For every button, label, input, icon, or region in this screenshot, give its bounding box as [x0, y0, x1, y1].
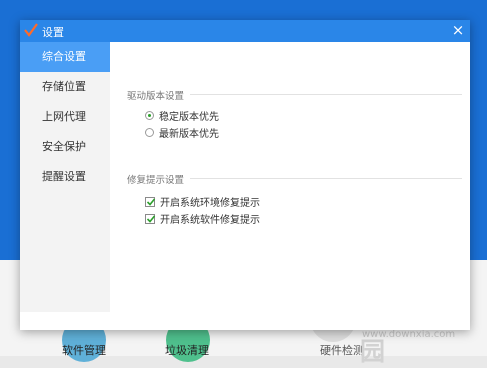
- checkbox-label: 开启系统环境修复提示: [160, 198, 260, 209]
- dialog-title: 设置: [42, 26, 64, 39]
- radio-stable-version[interactable]: 稳定版本优先: [145, 108, 219, 123]
- section-divider: [190, 94, 462, 95]
- app-logo-icon: [24, 23, 38, 37]
- driver-section-title: 驱动版本设置: [127, 91, 185, 102]
- checkbox-label: 开启系统软件修复提示: [160, 215, 260, 226]
- radio-label: 最新版本优先: [159, 129, 219, 140]
- checkbox-checked-icon[interactable]: [145, 213, 156, 224]
- dialog-titlebar[interactable]: 设置 ×: [20, 20, 470, 42]
- radio-selected-icon[interactable]: [145, 111, 154, 120]
- settings-dialog: 设置 × 综合设置 存储位置 上网代理 安全保护 提醒设置 驱动版本设置 稳定版…: [20, 20, 470, 330]
- repair-section-title: 修复提示设置: [127, 175, 185, 186]
- settings-content: 驱动版本设置 稳定版本优先 最新版本优先 修复提示设置 开启系统环境修复提示 开…: [110, 42, 470, 330]
- checkbox-software-repair[interactable]: 开启系统软件修复提示: [145, 211, 260, 226]
- checkbox-env-repair[interactable]: 开启系统环境修复提示: [145, 194, 260, 209]
- watermark-url: www.downxia.com: [362, 329, 456, 340]
- settings-sidebar: 综合设置 存储位置 上网代理 安全保护 提醒设置: [20, 42, 110, 312]
- close-button[interactable]: ×: [450, 22, 466, 38]
- sidebar-item-reminder[interactable]: 提醒设置: [20, 162, 110, 192]
- section-divider: [190, 178, 462, 179]
- sidebar-item-general[interactable]: 综合设置: [20, 42, 110, 72]
- radio-label: 稳定版本优先: [159, 112, 219, 123]
- radio-latest-version[interactable]: 最新版本优先: [145, 125, 219, 140]
- checkbox-checked-icon[interactable]: [145, 196, 156, 207]
- sidebar-item-security[interactable]: 安全保护: [20, 132, 110, 162]
- sidebar-item-proxy[interactable]: 上网代理: [20, 102, 110, 132]
- sidebar-item-storage[interactable]: 存储位置: [20, 72, 110, 102]
- radio-unselected-icon[interactable]: [145, 128, 154, 137]
